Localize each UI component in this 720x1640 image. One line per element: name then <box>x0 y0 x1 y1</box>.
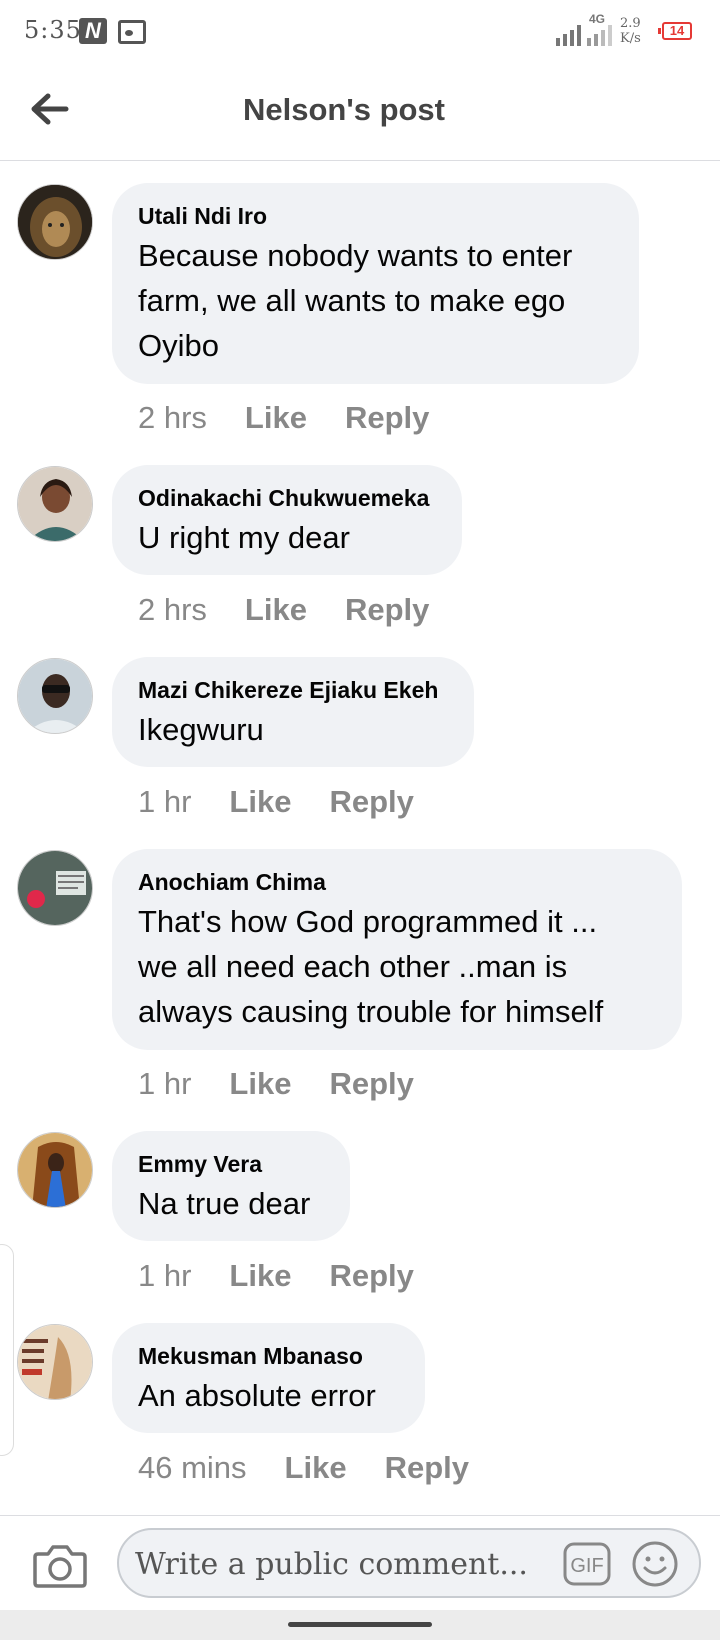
reply-button[interactable]: Reply <box>345 592 429 628</box>
comment-time[interactable]: 1 hr <box>138 1258 191 1294</box>
image-notification-icon <box>118 20 146 44</box>
poster-avatar-image <box>18 1325 92 1399</box>
lion-avatar-image <box>18 185 92 259</box>
comment-input-container[interactable]: GIF <box>117 1528 701 1598</box>
commenter-name[interactable]: Emmy Vera <box>138 1151 324 1177</box>
post-header: Nelson's post <box>0 62 720 161</box>
comment-bubble[interactable]: Emmy Vera Na true dear <box>112 1131 350 1241</box>
avatar[interactable] <box>17 850 93 926</box>
reply-button[interactable]: Reply <box>385 1450 469 1486</box>
comment-actions: 1 hr Like Reply <box>138 1258 414 1294</box>
comment-bubble[interactable]: Mekusman Mbanaso An absolute error <box>112 1323 425 1433</box>
edge-panel-handle[interactable] <box>0 1244 14 1456</box>
comment-bubble[interactable]: Odinakachi Chukwuemeka U right my dear <box>112 465 462 575</box>
comment-time[interactable]: 46 mins <box>138 1450 247 1486</box>
comment-time[interactable]: 2 hrs <box>138 592 207 628</box>
n-notification-icon: N <box>79 18 107 44</box>
comment-actions: 2 hrs Like Reply <box>138 400 429 436</box>
network-type: 4G <box>589 12 606 26</box>
comment-text: Because nobody wants to enter farm, we a… <box>138 233 613 368</box>
speed-unit: K/s <box>620 31 641 46</box>
commenter-name[interactable]: Anochiam Chima <box>138 869 656 895</box>
reply-button[interactable]: Reply <box>329 784 413 820</box>
comment-line: farm, we all wants to make ego <box>138 283 566 318</box>
avatar[interactable] <box>17 466 93 542</box>
like-button[interactable]: Like <box>229 1258 291 1294</box>
like-button[interactable]: Like <box>285 1450 347 1486</box>
like-button[interactable]: Like <box>229 784 291 820</box>
commenter-name[interactable]: Odinakachi Chukwuemeka <box>138 485 436 511</box>
speed-value: 2.9 <box>620 16 641 31</box>
avatar[interactable] <box>17 1132 93 1208</box>
person-avatar-image <box>18 1133 92 1207</box>
like-button[interactable]: Like <box>245 400 307 436</box>
comment-bubble[interactable]: Anochiam Chima That's how God programmed… <box>112 849 682 1050</box>
status-time: 5:35 <box>24 16 82 44</box>
home-indicator[interactable] <box>288 1622 432 1627</box>
comment-text: Na true dear <box>138 1181 324 1226</box>
person-avatar-image <box>18 467 92 541</box>
system-nav-bar <box>0 1610 720 1640</box>
comment-text: That's how God programmed it ... we all … <box>138 899 656 1034</box>
reply-button[interactable]: Reply <box>345 400 429 436</box>
comment-actions: 2 hrs Like Reply <box>138 592 429 628</box>
gif-icon[interactable]: GIF <box>563 1542 611 1586</box>
person-avatar-image <box>18 659 92 733</box>
comment-text: U right my dear <box>138 515 436 560</box>
comment-line: That's how God programmed it ... <box>138 904 598 939</box>
reply-button[interactable]: Reply <box>329 1066 413 1102</box>
smiley-icon[interactable] <box>631 1540 679 1588</box>
comment-line: Na true dear <box>138 1186 311 1221</box>
network-speed: 2.9 K/s <box>620 16 641 46</box>
comment-bubble[interactable]: Utali Ndi Iro Because nobody wants to en… <box>112 183 639 384</box>
status-bar: 5:35 N 4G 2.9 K/s 14 <box>0 0 720 62</box>
commenter-name[interactable]: Mazi Chikereze Ejiaku Ekeh <box>138 677 448 703</box>
camera-icon[interactable] <box>32 1540 88 1590</box>
comment-input[interactable] <box>133 1540 537 1588</box>
comment-time[interactable]: 1 hr <box>138 1066 191 1102</box>
page-title: Nelson's post <box>242 92 445 127</box>
avatar[interactable] <box>17 1324 93 1400</box>
commenter-name[interactable]: Mekusman Mbanaso <box>138 1343 399 1369</box>
comment-line: Oyibo <box>138 328 219 363</box>
comment-line: An absolute error <box>138 1378 376 1413</box>
gif-label: GIF <box>570 1555 603 1577</box>
signal-icon <box>556 25 612 46</box>
quote-avatar-image <box>18 851 92 925</box>
comment-line: Ikegwuru <box>138 712 264 747</box>
comment-text: Ikegwuru <box>138 707 448 752</box>
like-button[interactable]: Like <box>245 592 307 628</box>
comment-actions: 1 hr Like Reply <box>138 784 414 820</box>
battery-level: 14 <box>669 23 685 38</box>
reply-button[interactable]: Reply <box>329 1258 413 1294</box>
comment-actions: 1 hr Like Reply <box>138 1066 414 1102</box>
comment-line: Because nobody wants to enter <box>138 238 573 273</box>
comment-composer: GIF <box>0 1515 720 1611</box>
comment-actions: 46 mins Like Reply <box>138 1450 469 1486</box>
comment-line: always causing trouble for himself <box>138 994 604 1029</box>
comment-time[interactable]: 2 hrs <box>138 400 207 436</box>
avatar[interactable] <box>17 658 93 734</box>
comment-text: An absolute error <box>138 1373 399 1418</box>
like-button[interactable]: Like <box>229 1066 291 1102</box>
commenter-name[interactable]: Utali Ndi Iro <box>138 203 613 229</box>
comment-line: we all need each other ..man is <box>138 949 568 984</box>
comment-line: U right my dear <box>138 520 350 555</box>
battery-icon: 14 <box>658 22 692 40</box>
comment-time[interactable]: 1 hr <box>138 784 191 820</box>
avatar[interactable] <box>17 184 93 260</box>
comment-bubble[interactable]: Mazi Chikereze Ejiaku Ekeh Ikegwuru <box>112 657 474 767</box>
